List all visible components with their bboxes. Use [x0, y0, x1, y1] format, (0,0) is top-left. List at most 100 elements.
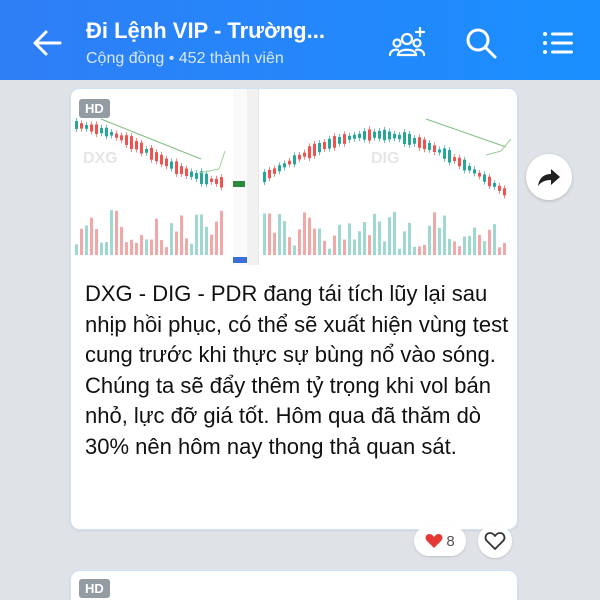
volume-bar	[130, 239, 133, 255]
candle-body	[80, 123, 83, 129]
candle-body	[473, 169, 476, 174]
hd-badge: HD	[79, 99, 110, 118]
volume-bar	[308, 217, 311, 255]
volume-bar	[170, 223, 173, 255]
candle-body	[503, 188, 506, 196]
heart-outline-icon	[484, 532, 506, 550]
candle-body	[408, 133, 411, 145]
chart-image[interactable]: DXG DIG HD	[71, 89, 517, 265]
candle-body	[95, 124, 98, 134]
candle-body	[428, 142, 431, 150]
candle-body	[343, 134, 346, 144]
volume-bar	[293, 245, 296, 255]
volume-bar	[318, 228, 321, 255]
volume-bar	[423, 244, 426, 255]
candle-body	[388, 131, 391, 140]
reaction-count: 8	[446, 532, 455, 550]
candle-body	[100, 127, 103, 134]
volume-bar	[468, 235, 471, 255]
candle-body	[210, 178, 213, 182]
volume-bar	[413, 246, 416, 255]
candle-body	[263, 171, 266, 183]
candle-body	[323, 142, 326, 150]
reaction-summary[interactable]: 8	[414, 526, 466, 556]
volume-bar	[488, 229, 491, 255]
candle-body	[175, 161, 178, 174]
candle-body	[165, 158, 168, 167]
candle-body	[135, 140, 138, 150]
volume-bar	[268, 213, 271, 255]
group-subtitle[interactable]: Cộng đồng • 452 thành viên	[86, 50, 284, 68]
back-arrow-icon[interactable]	[30, 26, 64, 60]
message-bubble-next: HD	[70, 570, 518, 600]
candle-body	[413, 137, 416, 144]
candle-body	[145, 148, 148, 153]
volume-bar	[263, 213, 266, 255]
volume-bar	[503, 242, 506, 255]
candle-body	[105, 127, 108, 137]
candle-body	[488, 176, 491, 187]
candle-body	[443, 148, 446, 159]
search-icon[interactable]	[462, 24, 500, 62]
message-text: DXG - DIG - PDR đang tái tích lũy lại sa…	[85, 281, 509, 459]
candle-body	[363, 131, 366, 140]
candle-body	[273, 168, 276, 174]
volume-bar	[403, 231, 406, 255]
candle-body	[423, 139, 426, 150]
candle-body	[170, 161, 173, 169]
volume-bar	[125, 242, 128, 255]
candle-body	[433, 145, 436, 152]
volume-bar	[343, 239, 346, 255]
heart-icon	[425, 534, 443, 548]
volume-bar	[493, 224, 496, 255]
candle-body	[448, 149, 451, 163]
stock-chart-screenshot: DXG DIG	[71, 89, 517, 265]
volume-bar	[483, 241, 486, 255]
volume-bar	[110, 210, 113, 255]
share-button[interactable]	[526, 154, 572, 200]
group-title[interactable]: Đi Lệnh VIP - Trường...	[86, 18, 325, 44]
volume-bar	[210, 234, 213, 255]
candle-body	[278, 165, 281, 172]
candle-body	[283, 163, 286, 168]
candle-body	[458, 157, 461, 167]
candle-body	[180, 166, 183, 175]
volume-bar	[175, 231, 178, 255]
volume-bar	[323, 240, 326, 255]
candle-body	[303, 152, 306, 157]
candle-body	[125, 135, 128, 145]
message-bubble: DXG DIG HD DXG - DIG - PDR đang tái tích…	[70, 88, 518, 530]
candle-body	[205, 173, 208, 185]
volume-bar	[215, 221, 218, 255]
volume-bar	[393, 211, 396, 255]
volume-bar	[100, 242, 103, 255]
app-header: Đi Lệnh VIP - Trường... Cộng đồng • 452 …	[0, 0, 600, 80]
volume-bar	[135, 242, 138, 255]
candle-body	[308, 146, 311, 159]
candle-body	[368, 129, 371, 141]
candle-body	[373, 131, 376, 138]
candle-body	[418, 137, 421, 148]
volume-bar	[348, 223, 351, 255]
candle-body	[140, 142, 143, 154]
volume-bar	[398, 248, 401, 255]
volume-bar	[328, 248, 331, 255]
volume-bar	[200, 214, 203, 255]
candle-body	[333, 136, 336, 148]
volume-bar	[80, 228, 83, 255]
volume-bar	[378, 221, 381, 255]
candle-body	[338, 136, 341, 144]
volume-bar	[443, 215, 446, 255]
volume-bar	[458, 246, 461, 255]
candle-body	[75, 121, 78, 129]
like-button[interactable]	[478, 524, 512, 558]
candle-body	[453, 157, 456, 162]
candle-body	[398, 134, 401, 140]
menu-list-icon[interactable]	[538, 24, 576, 62]
volume-bar	[473, 227, 476, 255]
candle-body	[90, 124, 93, 132]
volume-bar	[85, 225, 88, 255]
candle-body	[155, 152, 158, 162]
volume-bar	[333, 235, 336, 255]
members-icon[interactable]	[388, 24, 426, 62]
